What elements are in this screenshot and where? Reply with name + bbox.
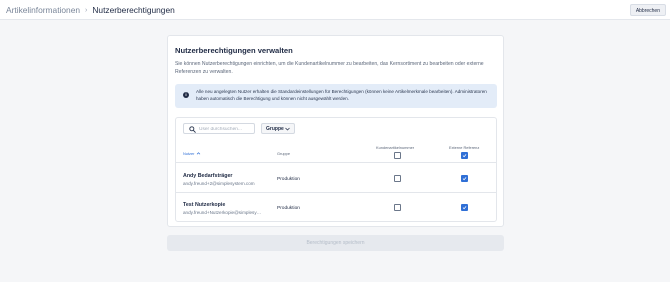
checkmark-icon	[462, 154, 467, 158]
select-all-external-reference-checkbox[interactable]	[461, 152, 468, 159]
save-permissions-button[interactable]: Berechtigungen speichern	[167, 235, 504, 251]
info-text: Alle neu angelegten Nutzer erhalten die …	[196, 89, 487, 102]
chevron-down-icon	[285, 127, 290, 131]
sort-ascending-icon	[197, 152, 201, 155]
table-row: Test Nutzerkopie andy.freund+Nutzerkopie…	[176, 193, 496, 222]
external-reference-checkbox[interactable]	[461, 204, 468, 211]
info-notice: i Alle neu angelegten Nutzer erhalten di…	[175, 84, 497, 108]
column-header-user: Nutzer	[183, 151, 195, 156]
checkmark-icon	[462, 206, 467, 210]
group-filter-dropdown[interactable]: Gruppe	[261, 123, 295, 134]
search-field[interactable]	[183, 123, 255, 134]
page-title: Nutzerberechtigungen	[92, 5, 175, 15]
select-all-customer-article-number-checkbox[interactable]	[394, 152, 401, 159]
group-filter-label: Gruppe	[266, 126, 284, 132]
permissions-table: Gruppe Nutzer Gruppe Kundenartikelnummer…	[175, 117, 497, 222]
user-name: Test Nutzerkopie	[183, 202, 226, 208]
card-description: Sie können Nutzerberechtigungen einricht…	[175, 61, 484, 76]
cancel-button[interactable]: Abbrechen	[629, 4, 666, 16]
column-header-external-reference: Externe Referenz	[449, 145, 480, 150]
top-bar: Artikelinformationen › Nutzerberechtigun…	[0, 0, 670, 20]
search-icon	[189, 126, 196, 133]
customer-article-number-checkbox[interactable]	[394, 204, 401, 211]
table-header-row: Nutzer Gruppe Kundenartikelnummer Extern…	[176, 143, 496, 163]
checkmark-icon	[462, 177, 467, 181]
breadcrumb-parent-link[interactable]: Artikelinformationen	[6, 5, 80, 15]
user-email: andy.freund+Nutzerkopie@simplesystem.com	[183, 210, 263, 215]
external-reference-checkbox[interactable]	[461, 175, 468, 182]
card-title: Nutzerberechtigungen verwalten	[175, 46, 293, 55]
sort-by-user-button[interactable]: Nutzer	[183, 151, 201, 156]
customer-article-number-checkbox[interactable]	[394, 175, 401, 182]
table-row: Andy Bedarfsträger andy.freund+2@simples…	[176, 164, 496, 193]
info-icon: i	[183, 92, 189, 98]
user-group: Produktion	[277, 206, 300, 211]
search-input[interactable]	[199, 125, 253, 133]
user-name: Andy Bedarfsträger	[183, 173, 233, 179]
user-group: Produktion	[277, 177, 300, 182]
column-header-customer-article-number: Kundenartikelnummer	[376, 145, 415, 150]
breadcrumb: Artikelinformationen › Nutzerberechtigun…	[6, 4, 175, 16]
user-email: andy.freund+2@simplesystem.com	[183, 181, 255, 186]
column-header-group: Gruppe	[277, 151, 290, 156]
breadcrumb-separator-icon: ›	[85, 6, 88, 14]
permissions-card: Nutzerberechtigungen verwalten Sie könne…	[167, 35, 504, 227]
